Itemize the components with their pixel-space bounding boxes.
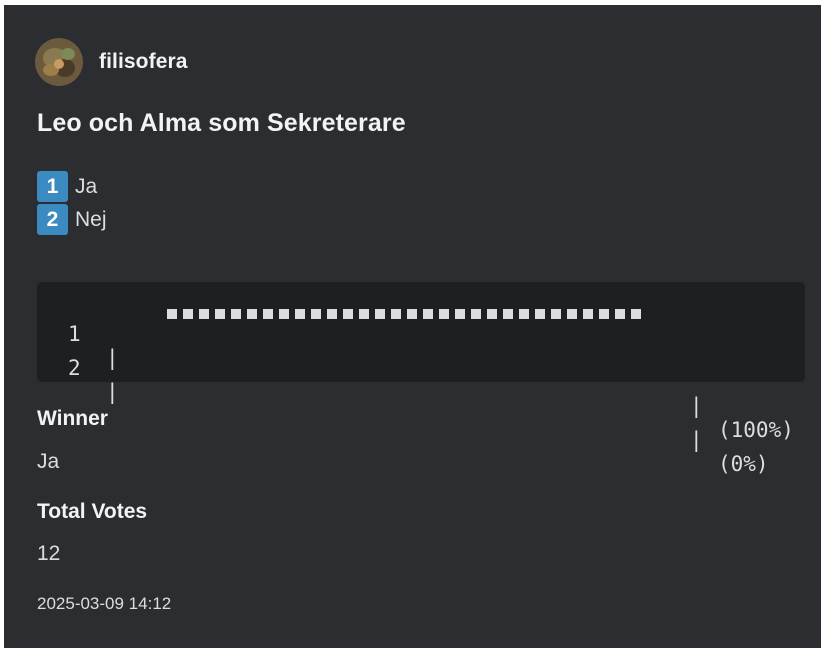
author-name[interactable]: filisofera [99, 50, 188, 74]
bar-block [391, 309, 401, 319]
result-number: 2 [68, 356, 81, 380]
bar-block [231, 309, 241, 319]
bar-block [535, 309, 545, 319]
total-votes-label: Total Votes [37, 500, 148, 523]
bar-block [279, 309, 289, 319]
poll-embed: filisofera Leo och Alma som Sekreterare … [4, 5, 821, 648]
timestamp: 2025-03-09 14:12 [37, 594, 172, 613]
bar-block [471, 309, 481, 319]
embed-author: filisofera [35, 38, 188, 86]
winner-label: Winner [37, 407, 108, 430]
bar-block [567, 309, 577, 319]
result-separator: | [106, 380, 119, 404]
bar-block [407, 309, 417, 319]
poll-option-label: Nej [75, 207, 107, 231]
bar-block [247, 309, 257, 319]
result-percent: (100%) [718, 418, 794, 442]
avatar[interactable] [35, 38, 83, 86]
bar-block [423, 309, 433, 319]
bar-block [631, 309, 641, 319]
winner-value: Ja [37, 450, 60, 473]
poll-title: Leo och Alma som Sekreterare [37, 109, 406, 137]
bar-block [311, 309, 321, 319]
poll-option-label: Ja [75, 174, 98, 198]
bar-block [167, 309, 177, 319]
bar-block [519, 309, 529, 319]
bar-block [599, 309, 609, 319]
poll-options: 1 Ja 2 Nej [37, 170, 107, 236]
keycap-one-icon: 1 [37, 171, 68, 202]
bar-block [215, 309, 225, 319]
bar-block [183, 309, 193, 319]
result-line: 2 | | (0%) [68, 332, 808, 476]
result-line: 1 | | (100%) [68, 298, 808, 442]
bar-block [375, 309, 385, 319]
result-percent: (0%) [718, 452, 769, 476]
bar-block [583, 309, 593, 319]
bar-block [199, 309, 209, 319]
bar-block [487, 309, 497, 319]
bar-block [295, 309, 305, 319]
results-codeblock: 1 | | (100%) 2 | | (0%) [37, 282, 808, 476]
bar-block [439, 309, 449, 319]
result-pipe: | [690, 428, 703, 452]
bar-block [327, 309, 337, 319]
user-avatar-icon [35, 38, 83, 86]
bar-block [263, 309, 273, 319]
result-pipe: | [690, 394, 703, 418]
keycap-two-icon: 2 [37, 204, 68, 235]
bar-block [503, 309, 513, 319]
poll-option: 1 Ja [37, 170, 107, 203]
bar-block [455, 309, 465, 319]
poll-option: 2 Nej [37, 203, 107, 236]
bar-block [359, 309, 369, 319]
bar-block [615, 309, 625, 319]
bar-block [343, 309, 353, 319]
bar-block [551, 309, 561, 319]
total-votes-value: 12 [37, 542, 61, 565]
result-bar [167, 309, 641, 319]
